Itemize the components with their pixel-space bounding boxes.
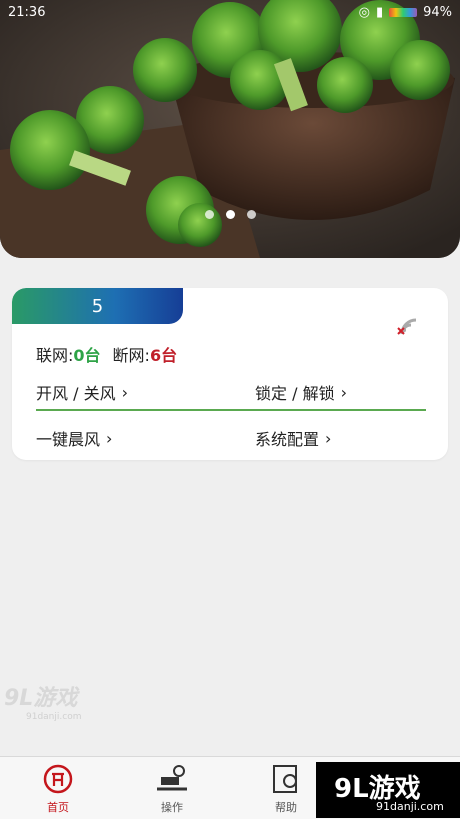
online-label: 联网: — [36, 346, 74, 365]
system-config-label: 系统配置 — [255, 430, 320, 449]
system-config-button[interactable]: 系统配置 › — [255, 426, 331, 450]
watermark-logo: 9L游戏 91danji.com — [4, 680, 104, 722]
chevron-right-icon: › — [325, 428, 332, 448]
watermark-corner-site: 91danji.com — [376, 800, 444, 813]
chevron-right-icon: › — [121, 382, 128, 402]
device-group-card: 5 联网: 0台 断网: 6台 开风 / 关风 › 锁定 / 解锁 › 一键晨风… — [12, 288, 448, 460]
morning-wind-label: 一键晨风 — [36, 430, 101, 449]
wifi-status-icon: ▮ — [375, 5, 384, 20]
nav-item-operation[interactable]: 操作 — [132, 763, 212, 815]
watermark-site: 91danji.com — [26, 712, 82, 722]
chevron-right-icon: › — [106, 428, 113, 448]
offline-count: 6台 — [149, 346, 178, 365]
nav-item-help[interactable]: 帮助 — [246, 763, 326, 815]
banner-carousel[interactable]: 21:36 ◎ ▮ 94% — [0, 0, 460, 258]
status-time: 21:36 — [8, 5, 46, 20]
fan-toggle-button[interactable]: 开风 / 关风 › — [36, 380, 128, 404]
nav-label-help: 帮助 — [275, 801, 297, 814]
group-number: 5 — [91, 295, 104, 317]
lock-toggle-button[interactable]: 锁定 / 解锁 › — [255, 380, 347, 404]
group-number-tab[interactable]: 5 — [12, 288, 183, 324]
offline-label: 断网: — [112, 346, 150, 365]
watermark-corner: 9L游戏 91danji.com — [316, 762, 460, 818]
signal-status-icon: ◎ — [358, 5, 370, 20]
carousel-dot[interactable] — [246, 210, 256, 219]
nav-label-operation: 操作 — [161, 801, 183, 814]
lock-toggle-label: 锁定 / 解锁 — [255, 384, 335, 403]
chevron-right-icon: › — [340, 382, 347, 402]
fan-toggle-label: 开风 / 关风 — [36, 384, 116, 403]
carousel-indicator — [0, 210, 460, 219]
nav-item-home[interactable]: 首页 — [18, 763, 98, 815]
carousel-dot-active[interactable] — [225, 210, 235, 219]
watermark-brand: 9L游戏 — [4, 686, 78, 711]
device-stats: 联网: 0台 断网: 6台 — [36, 342, 177, 366]
broccoli-banner-image — [0, 0, 460, 258]
morning-wind-button[interactable]: 一键晨风 › — [36, 426, 112, 450]
home-icon — [43, 764, 73, 794]
battery-percent: 94% — [423, 5, 452, 20]
battery-icon — [389, 8, 418, 17]
status-indicators: ◎ ▮ 94% — [359, 5, 452, 20]
status-bar: 21:36 ◎ ▮ 94% — [0, 0, 460, 26]
disconnected-signal-icon — [397, 318, 417, 335]
help-icon — [273, 765, 297, 793]
carousel-dot[interactable] — [204, 210, 214, 219]
nav-label-home: 首页 — [47, 801, 69, 814]
card-divider — [36, 409, 426, 411]
online-count: 0台 — [73, 346, 101, 365]
operation-icon — [157, 765, 187, 791]
